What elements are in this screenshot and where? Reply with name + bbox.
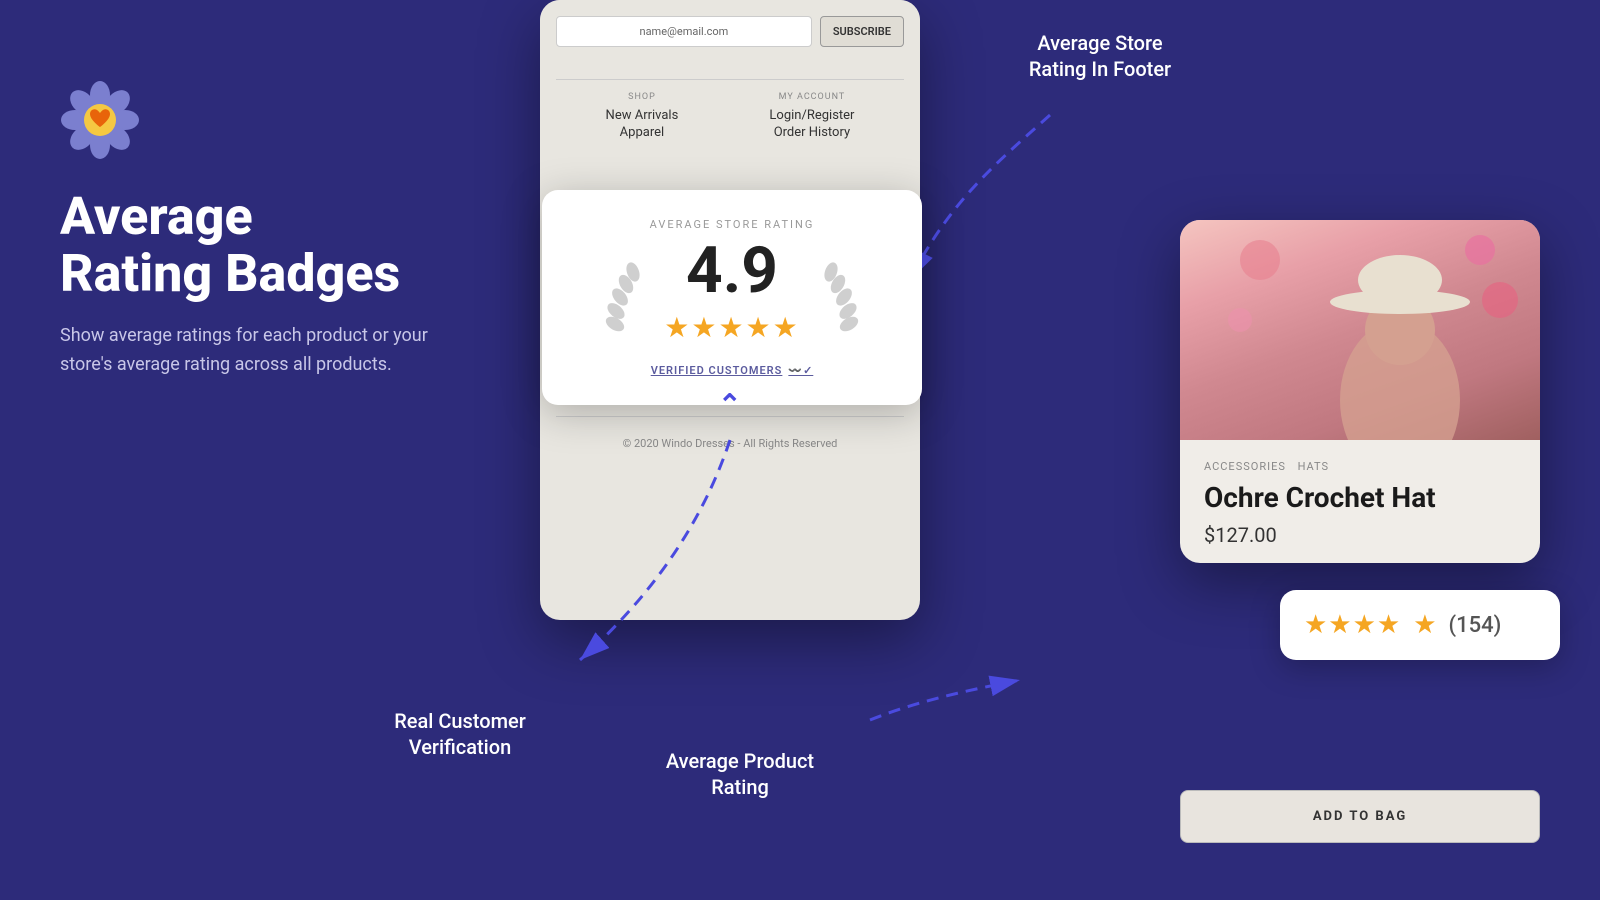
annotation-store-rating: Average Store Rating In Footer (960, 30, 1240, 82)
product-rating-badge: ★★★★ ★ (154) (1280, 590, 1560, 660)
left-section: Average Rating Badges Show average ratin… (60, 80, 480, 380)
product-stars: ★★★★ (1304, 610, 1401, 640)
product-image-illustration (1180, 220, 1540, 440)
annotation-product-rating: Average Product Rating (620, 748, 860, 800)
left-laurel-icon (598, 262, 648, 332)
chevron-up-icon: ⌃ (718, 388, 741, 421)
account-link-1[interactable]: Login/Register (769, 108, 854, 123)
add-to-bag-button[interactable]: ADD TO BAG (1180, 790, 1540, 843)
badge-title: AVERAGE STORE RATING (578, 218, 886, 231)
email-row: name@email.com SUBSCRIBE (556, 16, 904, 47)
nav-account: MY ACCOUNT Login/Register Order History (769, 92, 854, 142)
phone-top: name@email.com SUBSCRIBE (540, 0, 920, 79)
shop-link-1[interactable]: New Arrivals (606, 108, 679, 123)
logo-icon (60, 80, 140, 160)
badge-stars: ★★★★★ (664, 311, 800, 344)
product-info: ACCESSORIES HATS Ochre Crochet Hat $127.… (1180, 440, 1540, 563)
product-card: ACCESSORIES HATS Ochre Crochet Hat $127.… (1180, 220, 1540, 563)
store-rating-badge: AVERAGE STORE RATING 4.9 ★★★★★ (542, 190, 922, 405)
verified-check-icon: 〰️✓ (788, 364, 813, 377)
product-half-star: ★ (1413, 610, 1436, 640)
laurel-wrapper: 4.9 ★★★★★ (578, 239, 886, 354)
account-heading: MY ACCOUNT (769, 92, 854, 102)
right-laurel-icon (816, 262, 866, 332)
product-price: $127.00 (1204, 523, 1516, 547)
badge-number: 4.9 (664, 239, 800, 303)
subscribe-button[interactable]: SUBSCRIBE (820, 16, 904, 47)
verified-label: VERIFIED CUSTOMERS 〰️✓ (578, 364, 886, 377)
shop-heading: SHOP (606, 92, 679, 102)
nav-shop: SHOP New Arrivals Apparel (606, 92, 679, 142)
product-categories: ACCESSORIES HATS (1204, 460, 1516, 473)
category-hats: HATS (1298, 460, 1329, 473)
email-input[interactable]: name@email.com (556, 16, 812, 47)
main-title: Average Rating Badges (60, 188, 480, 302)
category-accessories: ACCESSORIES (1204, 460, 1286, 473)
product-image (1180, 220, 1540, 440)
phone-nav: SHOP New Arrivals Apparel MY ACCOUNT Log… (540, 80, 920, 154)
shop-link-2[interactable]: Apparel (606, 125, 679, 140)
product-name: Ochre Crochet Hat (1204, 481, 1516, 515)
main-description: Show average ratings for each product or… (60, 322, 480, 380)
product-review-count: (154) (1449, 613, 1502, 638)
copyright-text: © 2020 Windo Dresses - All Rights Reserv… (560, 437, 900, 450)
annotation-verification: Real Customer Verification (350, 708, 570, 760)
phone-footer: © 2020 Windo Dresses - All Rights Reserv… (540, 417, 920, 470)
account-link-2[interactable]: Order History (769, 125, 854, 140)
